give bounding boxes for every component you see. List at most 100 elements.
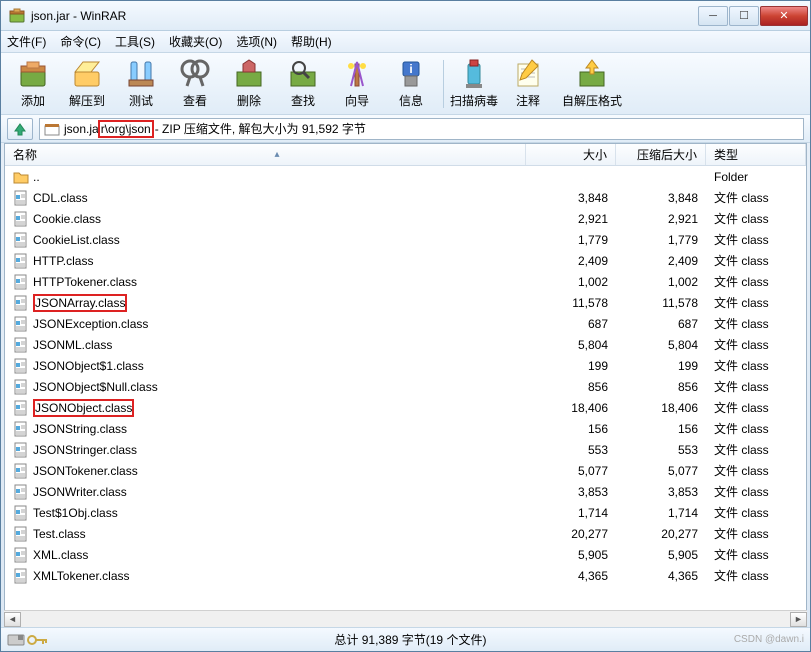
scroll-left-icon[interactable]: ◄ (4, 612, 21, 627)
file-name: Test$1Obj.class (33, 506, 118, 520)
menu-tools[interactable]: 工具(S) (115, 33, 155, 50)
path-field[interactable]: json.jar\org\json - ZIP 压缩文件, 解包大小为 91,5… (39, 118, 804, 140)
test-icon (125, 58, 157, 90)
scroll-right-icon[interactable]: ► (790, 612, 807, 627)
file-icon (13, 253, 29, 269)
close-button[interactable]: ✕ (760, 6, 808, 26)
table-row[interactable]: JSONObject.class18,40618,406文件 class (5, 397, 806, 418)
file-packed: 2,921 (616, 208, 706, 229)
file-icon (13, 211, 29, 227)
view-button[interactable]: 查看 (169, 57, 221, 111)
file-type: 文件 class (706, 313, 806, 334)
table-row[interactable]: JSONString.class156156文件 class (5, 418, 806, 439)
title-bar: json.jar - WinRAR ─ ☐ ✕ (1, 1, 810, 31)
archive-icon (44, 121, 60, 137)
file-packed: 156 (616, 418, 706, 439)
file-packed: 5,077 (616, 460, 706, 481)
toolbar: 添加 解压到 测试 查看 删除 查找 向导 i信息 扫描病毒 注释 自解压格式 (1, 53, 810, 115)
scan-button[interactable]: 扫描病毒 (448, 57, 500, 111)
file-name: Cookie.class (33, 212, 101, 226)
table-row[interactable]: JSONException.class687687文件 class (5, 313, 806, 334)
comment-icon (512, 58, 544, 90)
file-size: 856 (526, 376, 616, 397)
table-row[interactable]: HTTPTokener.class1,0021,002文件 class (5, 271, 806, 292)
test-button[interactable]: 测试 (115, 57, 167, 111)
table-row[interactable]: JSONWriter.class3,8533,853文件 class (5, 481, 806, 502)
info-button[interactable]: i信息 (385, 57, 437, 111)
file-packed: 1,779 (616, 229, 706, 250)
sfx-button[interactable]: 自解压格式 (556, 57, 628, 111)
status-text: 总计 91,389 字节(19 个文件) (87, 631, 734, 648)
table-row[interactable]: JSONTokener.class5,0775,077文件 class (5, 460, 806, 481)
menu-options[interactable]: 选项(N) (236, 33, 277, 50)
menu-file[interactable]: 文件(F) (7, 33, 46, 50)
menu-favorites[interactable]: 收藏夹(O) (169, 33, 222, 50)
minimize-button[interactable]: ─ (698, 6, 728, 26)
col-name[interactable]: 名称▴ (5, 144, 526, 165)
table-row[interactable]: JSONStringer.class553553文件 class (5, 439, 806, 460)
file-size: 2,409 (526, 250, 616, 271)
col-packed[interactable]: 压缩后大小 (616, 144, 706, 165)
delete-button[interactable]: 删除 (223, 57, 275, 111)
add-icon (17, 58, 49, 90)
file-packed: 18,406 (616, 397, 706, 418)
menu-commands[interactable]: 命令(C) (60, 33, 101, 50)
file-name: Test.class (33, 527, 86, 541)
file-rows: ..FolderCDL.class3,8483,848文件 class Cooki… (5, 166, 806, 610)
file-packed: 553 (616, 439, 706, 460)
file-icon (13, 442, 29, 458)
file-name: JSONStringer.class (33, 443, 137, 457)
table-row[interactable]: XML.class5,9055,905文件 class (5, 544, 806, 565)
app-icon (9, 8, 25, 24)
table-row[interactable]: HTTP.class2,4092,409文件 class (5, 250, 806, 271)
extract-button[interactable]: 解压到 (61, 57, 113, 111)
table-row[interactable]: JSONObject$1.class199199文件 class (5, 355, 806, 376)
file-name: JSONString.class (33, 422, 127, 436)
file-type: 文件 class (706, 355, 806, 376)
file-icon (13, 400, 29, 416)
menu-help[interactable]: 帮助(H) (291, 33, 332, 50)
file-size: 199 (526, 355, 616, 376)
file-size: 553 (526, 439, 616, 460)
table-row[interactable]: JSONArray.class11,57811,578文件 class (5, 292, 806, 313)
file-packed: 11,578 (616, 292, 706, 313)
h-scrollbar[interactable]: ◄ ► (4, 610, 807, 627)
file-icon (13, 547, 29, 563)
maximize-button[interactable]: ☐ (729, 6, 759, 26)
table-row[interactable]: JSONML.class5,8045,804文件 class (5, 334, 806, 355)
file-type: 文件 class (706, 418, 806, 439)
col-type[interactable]: 类型 (706, 144, 806, 165)
col-size[interactable]: 大小 (526, 144, 616, 165)
scan-icon (458, 58, 490, 90)
table-row[interactable]: Cookie.class2,9212,921文件 class (5, 208, 806, 229)
file-name: XML.class (33, 548, 88, 562)
up-button[interactable] (7, 118, 33, 140)
find-button[interactable]: 查找 (277, 57, 329, 111)
file-type: 文件 class (706, 544, 806, 565)
table-row[interactable]: CookieList.class1,7791,779文件 class (5, 229, 806, 250)
add-button[interactable]: 添加 (7, 57, 59, 111)
table-row[interactable]: Test$1Obj.class1,7141,714文件 class (5, 502, 806, 523)
file-name: CDL.class (33, 191, 88, 205)
table-row[interactable]: Test.class20,27720,277文件 class (5, 523, 806, 544)
table-row[interactable]: JSONObject$Null.class856856文件 class (5, 376, 806, 397)
file-type: 文件 class (706, 502, 806, 523)
file-icon (13, 421, 29, 437)
file-icon (13, 190, 29, 206)
file-name: JSONObject$Null.class (33, 380, 158, 394)
file-icon (13, 379, 29, 395)
table-row[interactable]: XMLTokener.class4,3654,365文件 class (5, 565, 806, 586)
file-type: 文件 class (706, 439, 806, 460)
file-packed: 1,002 (616, 271, 706, 292)
file-type: 文件 class (706, 292, 806, 313)
file-size: 156 (526, 418, 616, 439)
parent-row[interactable]: ..Folder (5, 166, 806, 187)
table-row[interactable]: CDL.class3,8483,848文件 class (5, 187, 806, 208)
path-suffix: - ZIP 压缩文件, 解包大小为 91,592 字节 (155, 120, 366, 137)
file-size: 18,406 (526, 397, 616, 418)
file-name: JSONWriter.class (33, 485, 127, 499)
comment-button[interactable]: 注释 (502, 57, 554, 111)
file-type: 文件 class (706, 397, 806, 418)
file-size: 2,921 (526, 208, 616, 229)
wizard-button[interactable]: 向导 (331, 57, 383, 111)
